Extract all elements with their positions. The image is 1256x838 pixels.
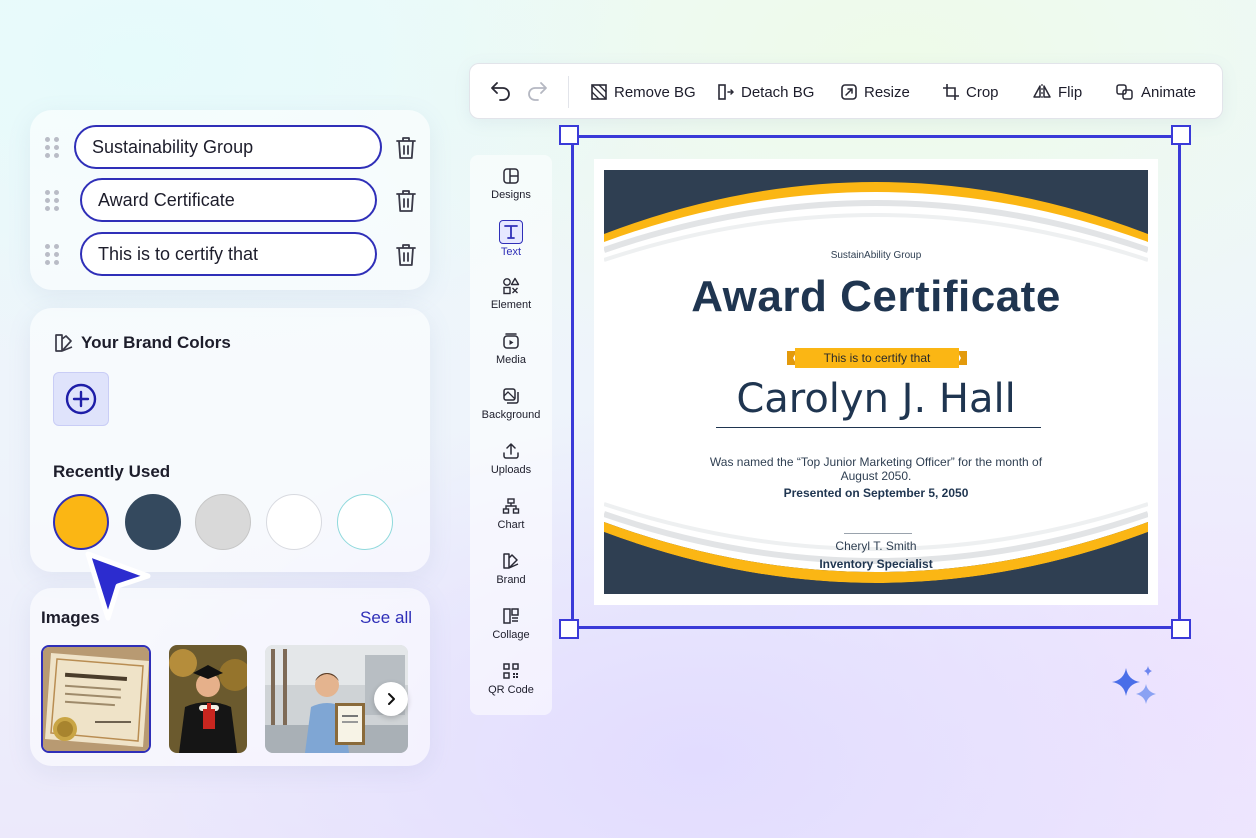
text-icon-glyph bbox=[504, 225, 518, 239]
side-menu-uploads[interactable]: Uploads bbox=[470, 430, 552, 485]
side-menu-chart[interactable]: Chart bbox=[470, 485, 552, 540]
image-toolbar: Remove BG Detach BG Resize Crop Flip Ani… bbox=[469, 63, 1223, 119]
side-menu-label: Uploads bbox=[490, 464, 532, 476]
resize-handle-bottom-left[interactable] bbox=[559, 619, 579, 639]
animate-icon bbox=[1116, 84, 1133, 100]
flip-icon bbox=[1033, 84, 1051, 100]
side-menu-text[interactable]: Text bbox=[470, 210, 552, 265]
detach-bg-icon bbox=[718, 84, 735, 100]
crop-icon bbox=[943, 84, 959, 100]
text-field-input[interactable]: This is to certify that bbox=[80, 232, 377, 276]
collage-icon bbox=[503, 608, 519, 624]
toolbar-divider bbox=[568, 76, 569, 108]
shapes-icon bbox=[503, 277, 520, 295]
side-menu-label: QR Code bbox=[488, 684, 534, 696]
trash-icon[interactable] bbox=[394, 135, 418, 161]
side-menu: Designs Text Element Media Background Up… bbox=[470, 155, 552, 715]
crop-button[interactable]: Crop bbox=[942, 64, 999, 120]
side-menu-background[interactable]: Background bbox=[470, 375, 552, 430]
drag-handle-icon[interactable] bbox=[45, 244, 59, 265]
text-fields-panel: Sustainability Group Award Certificate T… bbox=[30, 110, 430, 290]
resize-button[interactable]: Resize bbox=[840, 64, 910, 120]
brand-palette-icon bbox=[55, 334, 73, 352]
selection-frame bbox=[571, 135, 1181, 629]
media-icon bbox=[503, 333, 519, 349]
undo-icon bbox=[491, 82, 510, 101]
animate-button[interactable]: Animate bbox=[1115, 64, 1196, 120]
detach-bg-button[interactable]: Detach BG bbox=[717, 64, 814, 120]
drag-handle-icon[interactable] bbox=[45, 190, 59, 211]
recently-used-title: Recently Used bbox=[53, 462, 171, 481]
image-thumbnail-certificate[interactable] bbox=[41, 645, 151, 753]
side-menu-qr-code[interactable]: QR Code bbox=[470, 650, 552, 705]
resize-icon bbox=[841, 84, 857, 100]
layout-icon bbox=[503, 168, 519, 184]
text-field-input[interactable]: Sustainability Group bbox=[74, 125, 382, 169]
qr-code-icon bbox=[503, 663, 519, 679]
upload-icon bbox=[503, 443, 519, 459]
remove-bg-label: Remove BG bbox=[614, 83, 696, 101]
animate-label: Animate bbox=[1141, 83, 1197, 101]
redo-icon bbox=[528, 82, 547, 101]
side-menu-label: Background bbox=[481, 409, 541, 421]
flip-label: Flip bbox=[1058, 83, 1083, 101]
text-field-row: Sustainability Group bbox=[30, 125, 430, 169]
trash-icon[interactable] bbox=[394, 242, 418, 268]
image-thumbnail-graduate[interactable] bbox=[169, 645, 247, 753]
images-next-button[interactable] bbox=[374, 682, 408, 716]
color-swatch[interactable] bbox=[53, 494, 109, 550]
crop-label: Crop bbox=[966, 83, 999, 101]
side-menu-label: Media bbox=[496, 354, 526, 366]
resize-handle-top-right[interactable] bbox=[1171, 125, 1191, 145]
add-brand-color-button[interactable] bbox=[53, 372, 109, 426]
brand-colors-panel: Your Brand Colors Recently Used bbox=[30, 308, 430, 572]
trash-icon[interactable] bbox=[394, 188, 418, 214]
chart-icon bbox=[502, 498, 520, 514]
side-menu-label: Designs bbox=[491, 189, 531, 201]
remove-bg-icon bbox=[591, 84, 607, 100]
color-swatch[interactable] bbox=[266, 494, 322, 550]
resize-handle-top-left[interactable] bbox=[559, 125, 579, 145]
text-field-row: Award Certificate bbox=[30, 178, 430, 222]
text-icon bbox=[499, 220, 523, 244]
color-swatch[interactable] bbox=[195, 494, 251, 550]
undo-button[interactable] bbox=[488, 64, 512, 120]
side-menu-label: Collage bbox=[492, 629, 530, 641]
chevron-right-icon bbox=[388, 693, 395, 705]
graduate-photo bbox=[169, 645, 247, 753]
flip-button[interactable]: Flip bbox=[1032, 64, 1082, 120]
resize-handle-bottom-right[interactable] bbox=[1171, 619, 1191, 639]
certificate-photo bbox=[43, 647, 149, 751]
side-menu-label: Text bbox=[500, 246, 522, 258]
resize-label: Resize bbox=[864, 83, 910, 101]
side-menu-designs[interactable]: Designs bbox=[470, 155, 552, 210]
text-field-row: This is to certify that bbox=[30, 232, 430, 276]
side-menu-collage[interactable]: Collage bbox=[470, 595, 552, 650]
detach-bg-label: Detach BG bbox=[741, 83, 815, 101]
brand-colors-heading: Your Brand Colors bbox=[53, 332, 231, 354]
side-menu-label: Brand bbox=[496, 574, 526, 586]
redo-button[interactable] bbox=[526, 64, 550, 120]
mouse-cursor-icon bbox=[85, 551, 151, 621]
side-menu-element[interactable]: Element bbox=[470, 265, 552, 320]
drag-handle-icon[interactable] bbox=[45, 137, 59, 158]
color-swatch[interactable] bbox=[125, 494, 181, 550]
side-menu-brand[interactable]: Brand bbox=[470, 540, 552, 595]
remove-bg-button[interactable]: Remove BG bbox=[590, 64, 696, 120]
see-all-link[interactable]: See all bbox=[360, 608, 412, 628]
side-menu-label: Chart bbox=[497, 519, 525, 531]
text-field-input[interactable]: Award Certificate bbox=[80, 178, 377, 222]
side-menu-media[interactable]: Media bbox=[470, 320, 552, 375]
side-menu-label: Element bbox=[490, 299, 532, 311]
color-swatch[interactable] bbox=[337, 494, 393, 550]
background-icon bbox=[503, 388, 519, 404]
brand-colors-title: Your Brand Colors bbox=[81, 333, 231, 352]
brand-icon bbox=[503, 553, 519, 569]
plus-circle-icon bbox=[65, 383, 97, 415]
sparkle-icon bbox=[1112, 666, 1156, 704]
